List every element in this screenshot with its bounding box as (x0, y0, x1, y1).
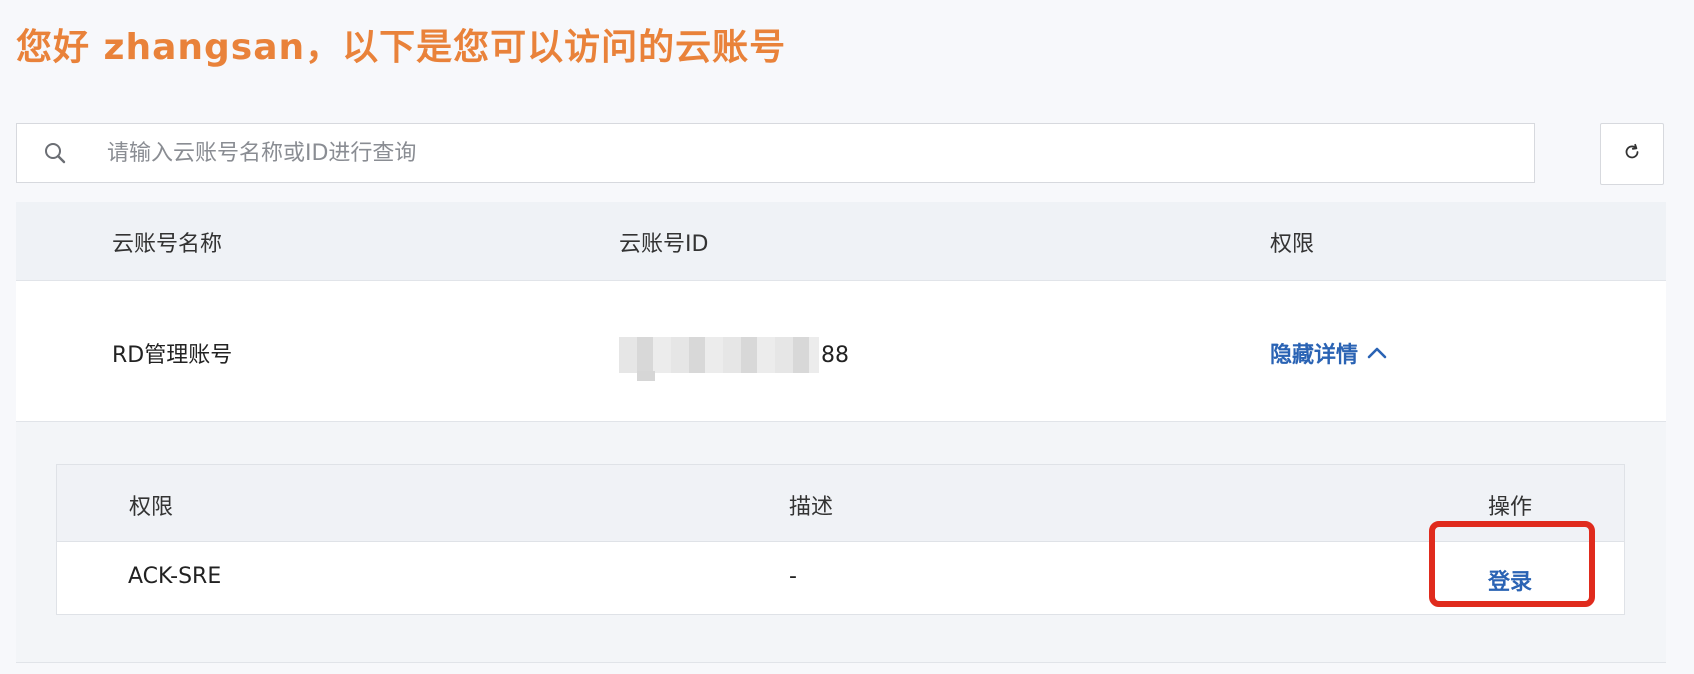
account-id-suffix: 88 (821, 342, 849, 368)
account-name: RD管理账号 (112, 343, 233, 368)
chevron-up-icon (1366, 342, 1388, 364)
column-header-name: 云账号名称 (112, 232, 223, 257)
account-id: 88 (619, 337, 849, 381)
column-header-id: 云账号ID (619, 232, 709, 257)
page-title: 您好 zhangsan，以下是您可以访问的云账号 (16, 27, 787, 68)
permission-details-panel: 权限 描述 操作 ACK-SRE - 登录 (16, 422, 1666, 663)
table-header: 云账号名称 云账号ID 权限 (16, 202, 1666, 281)
table-row: RD管理账号 88 隐藏详情 (16, 281, 1666, 422)
permissions-table-header: 权限 描述 操作 (57, 465, 1624, 542)
column-header-description: 描述 (789, 495, 834, 520)
permission-description: - (789, 564, 797, 589)
column-header-action: 操作 (1488, 495, 1533, 520)
refresh-icon (1622, 142, 1642, 166)
refresh-button[interactable] (1600, 123, 1664, 185)
permission-name: ACK-SRE (128, 564, 222, 589)
column-header-permission: 权限 (129, 495, 174, 520)
hide-details-link[interactable]: 隐藏详情 (1270, 337, 1388, 369)
hide-details-label: 隐藏详情 (1270, 343, 1359, 368)
table-row: ACK-SRE - 登录 (57, 542, 1624, 614)
permissions-table: 权限 描述 操作 ACK-SRE - 登录 (56, 464, 1625, 615)
accounts-table: 云账号名称 云账号ID 权限 RD管理账号 88 隐藏详情 权限 描述 操作 A… (16, 202, 1666, 663)
search-box[interactable] (16, 123, 1535, 183)
column-header-permission: 权限 (1270, 232, 1315, 257)
search-input[interactable] (89, 124, 1507, 182)
masked-id-block (619, 337, 819, 381)
search-icon (43, 141, 67, 165)
highlight-box (1429, 521, 1595, 607)
